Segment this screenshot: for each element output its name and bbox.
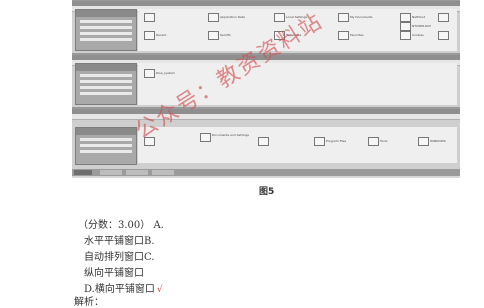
folder-icon xyxy=(314,137,325,146)
folder-icon xyxy=(144,13,155,22)
folder-label: Recent xyxy=(156,33,167,37)
folder-icon xyxy=(418,137,429,146)
folder-icon xyxy=(368,137,379,146)
option-c-text: 纵向平铺窗口 xyxy=(84,268,144,279)
task-pane-header xyxy=(76,64,136,71)
taskbar xyxy=(72,169,460,176)
task-pane-header xyxy=(76,128,136,135)
task-pane xyxy=(75,127,137,165)
folder-label: Favorites xyxy=(350,33,364,37)
folder-label: WINDOWS xyxy=(430,139,446,143)
option-b-text: 自动排列窗口C. xyxy=(84,252,155,263)
task-link xyxy=(80,144,132,147)
taskbar-button xyxy=(152,170,174,175)
option-a-text: 水平平铺窗口B. xyxy=(84,236,155,247)
task-pane xyxy=(75,9,137,51)
folder-icon xyxy=(200,133,211,142)
folder-icon xyxy=(400,13,411,22)
taskbar-button xyxy=(100,170,122,175)
folder-label: Cookies xyxy=(412,33,424,37)
folder-label: SendTo xyxy=(220,33,231,37)
task-link xyxy=(80,138,132,141)
folder-icon xyxy=(338,31,349,40)
figure-caption: 图5 xyxy=(259,187,275,197)
task-link xyxy=(80,92,132,95)
folder-label: Application Data xyxy=(220,15,245,19)
start-button xyxy=(74,170,92,175)
folder-icon xyxy=(208,13,219,22)
task-link xyxy=(80,74,132,77)
folder-icon xyxy=(400,31,411,40)
task-link xyxy=(80,80,132,83)
folder-icon xyxy=(144,31,155,40)
task-link xyxy=(80,38,132,41)
score-line: （分数：3.00） A. xyxy=(78,220,164,231)
folder-label: NetHood xyxy=(412,15,426,19)
taskbar-button xyxy=(126,170,148,175)
folder-label: Program Files xyxy=(326,139,347,143)
task-link xyxy=(80,26,132,29)
file-icon xyxy=(438,13,449,22)
figure-screenshot: Application Data Local Settings My Docum… xyxy=(72,0,460,178)
folder-label: Documents and Settings xyxy=(212,133,249,137)
file-icon xyxy=(400,22,411,31)
folder-label: Tools xyxy=(380,139,388,143)
task-link xyxy=(80,32,132,35)
correct-answer-mark: √ xyxy=(156,285,163,295)
task-link xyxy=(80,150,132,153)
file-label: NTUSER.DAT xyxy=(412,24,431,28)
task-link xyxy=(80,86,132,89)
task-pane-header xyxy=(76,10,136,17)
task-link xyxy=(80,20,132,23)
task-pane xyxy=(75,63,137,105)
folder-label: Dise_system xyxy=(156,71,175,75)
folder-view: Documents and Settings Program Files Too… xyxy=(138,127,457,163)
folder-icon xyxy=(144,69,155,78)
folder-icon xyxy=(438,31,449,40)
folder-icon xyxy=(208,31,219,40)
folder-label: My Documents xyxy=(350,15,373,19)
folder-icon xyxy=(338,13,349,22)
folder-icon xyxy=(258,137,269,146)
analysis-label: 解析： xyxy=(74,297,104,308)
